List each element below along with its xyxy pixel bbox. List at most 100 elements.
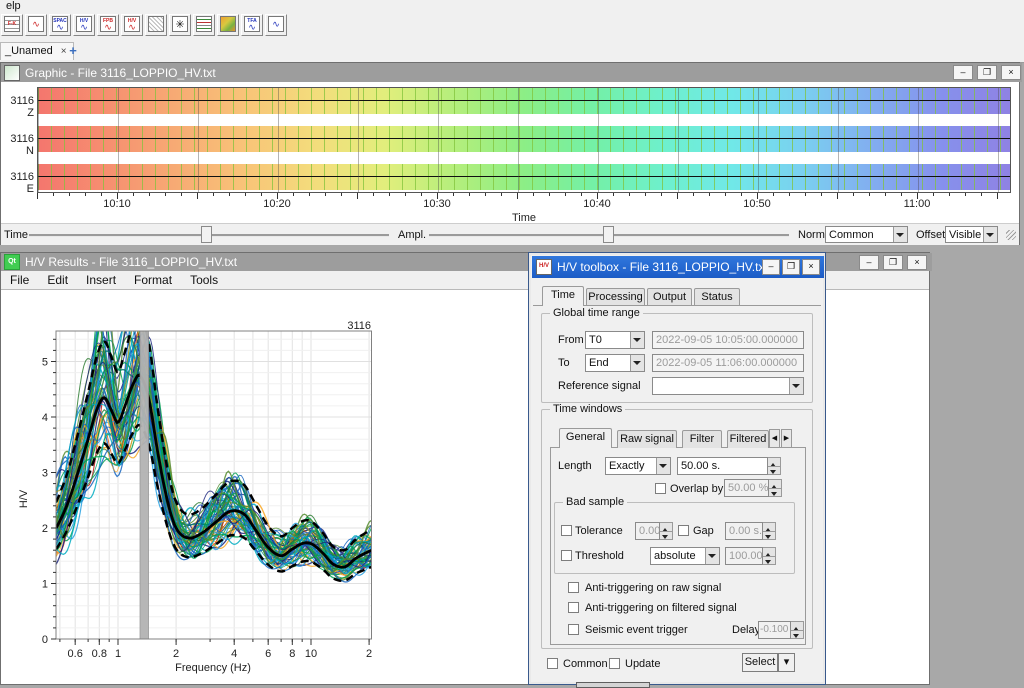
anti-trigger-filtered-checkbox[interactable] (568, 602, 579, 613)
toolbox-titlebar[interactable]: H/V H/V toolbox - File 3116_LOPPIO_HV.tx… (532, 256, 824, 278)
anti-trigger-raw-checkbox[interactable] (568, 582, 579, 593)
spinner-icon[interactable] (791, 621, 804, 639)
hv-icon[interactable]: H/V∿ (73, 14, 95, 36)
tab-general[interactable]: General (559, 428, 612, 448)
threshold-mode-combobox[interactable]: absolute (650, 547, 720, 565)
graphic-close-button[interactable]: × (1001, 65, 1021, 80)
gap-spinbox[interactable]: 0.00 s. (725, 522, 776, 540)
resize-grip[interactable] (1006, 230, 1016, 240)
major-time-gridlines (38, 88, 1010, 192)
windowing-icon[interactable] (145, 14, 167, 36)
tab-scroll-right-icon[interactable]: ▶ (781, 429, 792, 448)
ampl-slider-handle[interactable] (603, 226, 614, 243)
menu-insert[interactable]: Insert (77, 273, 125, 287)
seismic-event-trigger-checkbox[interactable] (568, 624, 579, 635)
svg-text:0: 0 (42, 634, 48, 646)
time-slider-label: Time (4, 229, 28, 241)
offset-combobox-value: Visible (946, 227, 983, 242)
from-time-field[interactable]: 2022-09-05 10:05:00.000000 (652, 331, 804, 349)
chevron-down-icon[interactable] (893, 227, 907, 242)
select-dropdown-icon[interactable]: ▾ (778, 653, 795, 672)
threshold-checkbox[interactable] (561, 550, 572, 561)
length-mode-combobox[interactable]: Exactly (605, 457, 671, 475)
tolerance-checkbox[interactable] (561, 525, 572, 536)
results-close-button[interactable]: × (907, 255, 927, 270)
offset-combobox[interactable]: Visible (945, 226, 998, 243)
menu-help-partial[interactable]: elp (2, 0, 25, 12)
chevron-down-icon[interactable] (656, 458, 670, 474)
spinner-icon[interactable] (769, 479, 782, 497)
svg-text:0.8: 0.8 (92, 648, 107, 660)
spinner-icon[interactable] (768, 457, 781, 475)
results-maximize-button[interactable]: ❐ (883, 255, 903, 270)
select-button[interactable]: Select (742, 653, 778, 672)
tab-add-icon[interactable]: + (66, 44, 80, 58)
overlap-value-spinbox[interactable]: 50.00 % (724, 479, 782, 497)
tolerance-spinbox[interactable]: 0.00 (635, 522, 673, 540)
start-button-partial[interactable] (576, 682, 650, 688)
map-icon[interactable] (217, 14, 239, 36)
to-time-field[interactable]: 2022-09-05 11:06:00.000000 (652, 354, 804, 372)
svg-text:2: 2 (173, 648, 179, 660)
chevron-down-icon[interactable] (705, 548, 719, 564)
document-tab[interactable]: _Unamed× (0, 42, 74, 60)
tab-filter[interactable]: Filter (682, 430, 722, 448)
spac-icon[interactable]: SPAC∿ (49, 14, 71, 36)
toolbox-minimize-button[interactable]: – (762, 259, 780, 275)
main-toolbar: F-K ∿ SPAC∿ H/V∿ FPB∿ H/V∿ ✳ TFA∿ ∿ (1, 14, 287, 40)
array-rays-icon[interactable]: ✳ (169, 14, 191, 36)
tab-processing[interactable]: Processing (586, 288, 645, 306)
chevron-down-icon[interactable] (630, 332, 644, 348)
svg-text:6: 6 (265, 648, 271, 660)
fpb-icon[interactable]: FPB∿ (97, 14, 119, 36)
curve-icon[interactable]: ∿ (265, 14, 287, 36)
tfa-icon[interactable]: TFA∿ (241, 14, 263, 36)
overlap-checkbox[interactable] (655, 483, 666, 494)
update-checkbox[interactable] (609, 658, 620, 669)
menu-bar: elp (0, 0, 1024, 13)
graphic-minimize-button[interactable]: – (953, 65, 973, 80)
tab-status[interactable]: Status (694, 288, 740, 306)
time-slider-handle[interactable] (201, 226, 212, 243)
tab-time[interactable]: Time (542, 286, 584, 306)
graphic-maximize-button[interactable]: ❐ (977, 65, 997, 80)
tab-output[interactable]: Output (647, 288, 692, 306)
gap-checkbox[interactable] (678, 525, 689, 536)
chevron-down-icon[interactable] (983, 227, 997, 242)
graphic-window-titlebar[interactable]: Graphic - File 3116_LOPPIO_HV.txt (1, 63, 1022, 82)
spinner-icon[interactable] (660, 522, 673, 540)
toolbox-close-button[interactable]: × (802, 259, 820, 275)
global-time-range-group: Global time range From T0 2022-09-05 10:… (541, 313, 813, 403)
toolbox-maximize-button[interactable]: ❐ (782, 259, 800, 275)
spinner-icon[interactable] (763, 522, 776, 540)
signals-icon[interactable] (193, 14, 215, 36)
time-tick-label: 11:00 (904, 198, 931, 210)
hv-red-icon[interactable]: H/V∿ (121, 14, 143, 36)
length-value-spinbox[interactable]: 50.00 s. (677, 457, 781, 475)
source-signal-icon[interactable]: ∿ (25, 14, 47, 36)
menu-tools[interactable]: Tools (181, 273, 227, 287)
from-combobox[interactable]: T0 (585, 331, 645, 349)
to-combobox[interactable]: End (585, 354, 645, 372)
spinner-icon[interactable] (763, 547, 776, 565)
reference-signal-combobox[interactable] (652, 377, 804, 395)
tab-filtered[interactable]: Filtered (727, 430, 769, 448)
tab-scroll-left-icon[interactable]: ◀ (769, 429, 780, 448)
norm-combobox[interactable]: Common (825, 226, 908, 243)
top-bar: elp F-K ∿ SPAC∿ H/V∿ FPB∿ H/V∿ ✳ TFA∿ ∿ … (0, 0, 1024, 63)
to-label: To (558, 357, 570, 369)
chevron-down-icon[interactable] (630, 355, 644, 371)
chevron-down-icon[interactable] (789, 378, 803, 394)
fk-icon[interactable]: F-K (1, 14, 23, 36)
common-checkbox[interactable] (547, 658, 558, 669)
time-tick-label: 10:20 (263, 198, 291, 210)
svg-text:3116: 3116 (347, 320, 371, 332)
menu-edit[interactable]: Edit (38, 273, 77, 287)
svg-text:5: 5 (42, 357, 48, 369)
menu-format[interactable]: Format (125, 273, 181, 287)
delay-spinbox[interactable]: -0.100 s (758, 621, 804, 639)
results-minimize-button[interactable]: – (859, 255, 879, 270)
tab-raw-signal[interactable]: Raw signal (617, 430, 677, 448)
menu-file[interactable]: File (1, 273, 38, 287)
threshold-value-spinbox[interactable]: 100.00 (725, 547, 776, 565)
